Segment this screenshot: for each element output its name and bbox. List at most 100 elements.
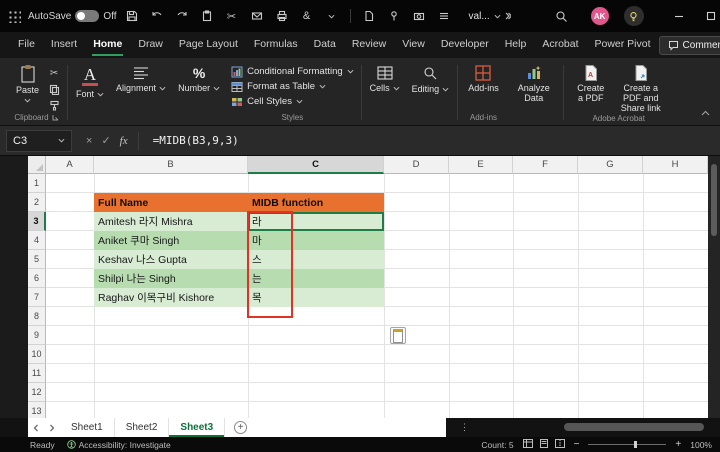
document-name[interactable]: val...: [469, 11, 511, 22]
tab-data[interactable]: Data: [306, 33, 344, 57]
editing-group-collapsed[interactable]: Editing: [406, 60, 456, 125]
normal-view-icon[interactable]: [522, 439, 533, 450]
page-break-view-icon[interactable]: [554, 439, 565, 450]
redo-icon[interactable]: [172, 5, 192, 27]
name-box[interactable]: C3: [6, 129, 72, 152]
conditional-formatting-button[interactable]: Conditional Formatting: [229, 64, 356, 79]
row-header-8[interactable]: 8: [28, 307, 46, 326]
vertical-scrollbar[interactable]: [708, 156, 720, 418]
font-group-collapsed[interactable]: A Font: [70, 60, 110, 125]
row-header-9[interactable]: 9: [28, 326, 46, 345]
printer-icon[interactable]: [272, 5, 292, 27]
cell-b3[interactable]: Amitesh 라지 Mishra: [94, 212, 248, 231]
format-painter-icon[interactable]: [46, 99, 62, 112]
column-header-h[interactable]: H: [643, 156, 708, 174]
row-header-12[interactable]: 12: [28, 383, 46, 402]
tab-draw[interactable]: Draw: [130, 33, 171, 57]
collapse-ribbon-icon[interactable]: [701, 103, 710, 121]
row-header-11[interactable]: 11: [28, 364, 46, 383]
document-icon[interactable]: [359, 5, 379, 27]
column-header-a[interactable]: A: [46, 156, 94, 174]
column-header-e[interactable]: E: [449, 156, 513, 174]
row-header-5[interactable]: 5: [28, 250, 46, 269]
enter-icon[interactable]: ✓: [101, 134, 110, 147]
save-icon[interactable]: [122, 5, 142, 27]
page-layout-view-icon[interactable]: [539, 439, 549, 450]
autosave-toggle[interactable]: AutoSave Off: [28, 10, 117, 22]
column-header-d[interactable]: D: [384, 156, 449, 174]
sheet-tab-sheet2[interactable]: Sheet2: [115, 418, 170, 437]
zoom-level[interactable]: 100%: [690, 440, 712, 450]
column-header-f[interactable]: F: [513, 156, 578, 174]
tab-page-layout[interactable]: Page Layout: [171, 33, 246, 57]
tab-power-pivot[interactable]: Power Pivot: [587, 33, 659, 57]
chevron-down-icon[interactable]: [322, 5, 342, 27]
column-header-g[interactable]: G: [578, 156, 643, 174]
toggle-pill-icon[interactable]: [75, 10, 100, 22]
sheet-nav-right-icon[interactable]: [44, 418, 60, 437]
lightbulb-icon[interactable]: [623, 6, 644, 26]
paste-options-icon[interactable]: [390, 327, 406, 344]
zoom-slider[interactable]: [588, 441, 667, 448]
row-header-7[interactable]: 7: [28, 288, 46, 307]
sheet-tab-sheet3[interactable]: Sheet3: [169, 418, 226, 437]
cell-b4[interactable]: Aniket 쿠마 Singh: [94, 231, 248, 250]
cut-icon[interactable]: ✂: [46, 67, 62, 80]
horizontal-scrollbar-thumb[interactable]: [564, 423, 704, 431]
undo-icon[interactable]: [147, 5, 167, 27]
select-all-corner[interactable]: [28, 156, 46, 174]
sheet-nav-left-icon[interactable]: [28, 418, 44, 437]
cell-b7[interactable]: Raghav 이목구비 Kishore: [94, 288, 248, 307]
tab-view[interactable]: View: [394, 33, 433, 57]
maximize-button[interactable]: [695, 0, 720, 32]
ampersand-icon[interactable]: &: [297, 5, 317, 27]
tab-insert[interactable]: Insert: [43, 33, 85, 57]
sheet-tab-sheet1[interactable]: Sheet1: [60, 418, 115, 437]
cell-c2[interactable]: MIDB function: [248, 193, 384, 212]
row-header-2[interactable]: 2: [28, 193, 46, 212]
tab-formulas[interactable]: Formulas: [246, 33, 306, 57]
new-sheet-button[interactable]: +: [234, 421, 248, 434]
row-header-4[interactable]: 4: [28, 231, 46, 250]
tab-acrobat[interactable]: Acrobat: [534, 33, 586, 57]
copy-icon[interactable]: [46, 83, 62, 96]
tab-file[interactable]: File: [10, 33, 43, 57]
row-header-6[interactable]: 6: [28, 269, 46, 288]
clipboard-icon[interactable]: [197, 5, 217, 27]
search-icon[interactable]: [552, 5, 572, 27]
tab-overflow-icon[interactable]: ⋮: [460, 422, 469, 433]
cell-b6[interactable]: Shilpi 나는 Singh: [94, 269, 248, 288]
cancel-icon[interactable]: ×: [86, 135, 92, 147]
row-header-3[interactable]: 3: [28, 212, 46, 231]
tab-developer[interactable]: Developer: [433, 33, 497, 57]
analyze-data-button[interactable]: Analyze Data: [510, 61, 558, 104]
cell-b2[interactable]: Full Name: [94, 193, 248, 212]
cells-grid[interactable]: Full Name MIDB function Amitesh 라지 Mishr…: [46, 174, 708, 418]
cells-group-collapsed[interactable]: Cells: [364, 60, 406, 125]
app-launcher-icon[interactable]: [8, 9, 21, 23]
alignment-group-collapsed[interactable]: Alignment: [110, 60, 172, 125]
scissors-icon[interactable]: ✂: [222, 5, 242, 27]
zoom-slider-thumb[interactable]: [633, 441, 637, 448]
row-header-13[interactable]: 13: [28, 402, 46, 418]
row-header-1[interactable]: 1: [28, 174, 46, 193]
addins-button[interactable]: Add-ins: [463, 61, 504, 94]
menu-icon[interactable]: [434, 5, 454, 27]
minimize-button[interactable]: [663, 0, 695, 32]
camera-icon[interactable]: [409, 5, 429, 27]
comments-button[interactable]: Comments: [658, 35, 720, 55]
column-header-c[interactable]: C: [248, 156, 384, 174]
vertical-scrollbar-thumb[interactable]: [711, 164, 717, 236]
number-group-collapsed[interactable]: % Number: [172, 60, 226, 125]
zoom-in-icon[interactable]: +: [675, 439, 681, 450]
dialog-launcher-icon[interactable]: [52, 114, 59, 121]
row-header-10[interactable]: 10: [28, 345, 46, 364]
tab-help[interactable]: Help: [497, 33, 535, 57]
column-header-b[interactable]: B: [94, 156, 248, 174]
avatar[interactable]: AK: [590, 7, 609, 25]
create-pdf-share-button[interactable]: Create a PDF and Share link: [613, 61, 669, 114]
create-pdf-button[interactable]: A Create a PDF: [569, 61, 613, 114]
tab-home[interactable]: Home: [85, 33, 130, 57]
mail-icon[interactable]: [247, 5, 267, 27]
formula-input[interactable]: =MIDB(B3,9,3): [153, 134, 239, 147]
